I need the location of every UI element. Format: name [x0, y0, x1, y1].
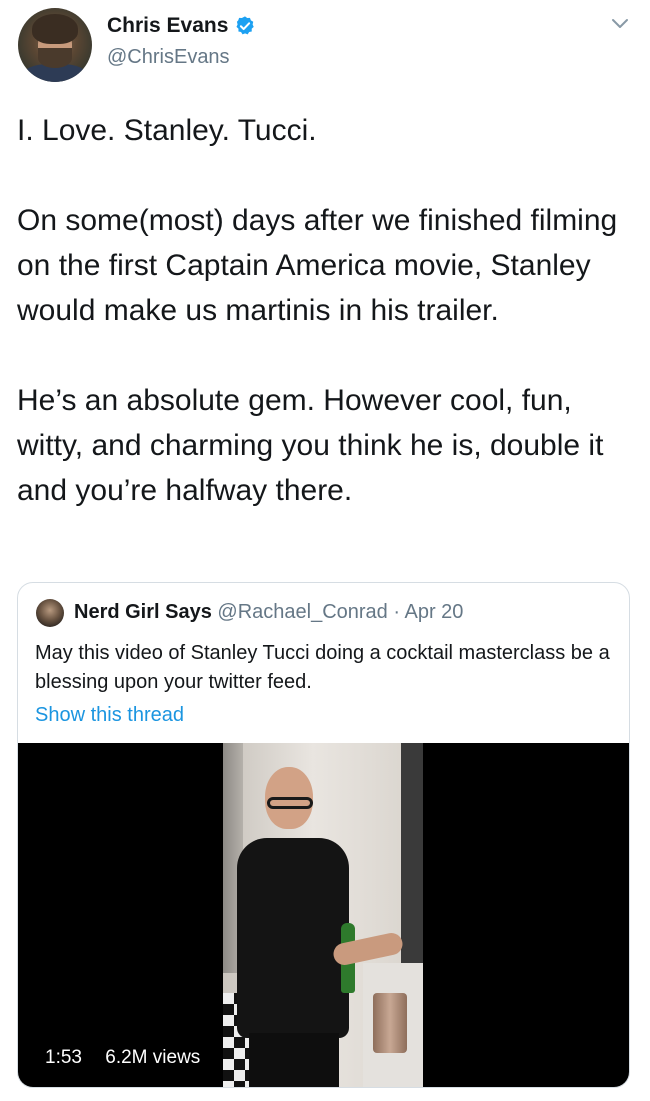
header-separator: ·	[393, 601, 401, 623]
author-avatar[interactable]	[18, 8, 92, 82]
quoted-tweet-date: Apr 20	[404, 601, 464, 623]
quoted-tweet-card[interactable]: Nerd Girl Says @Rachael_Conrad · Apr 20 …	[17, 582, 630, 1088]
author-display-name[interactable]: Chris Evans	[107, 14, 228, 38]
verified-badge-icon	[236, 16, 255, 35]
frame-person-glasses	[267, 797, 313, 809]
quoted-tweet-header: Nerd Girl Says @Rachael_Conrad · Apr 20	[74, 601, 463, 624]
avatar-hair	[32, 14, 78, 44]
quoted-author-name: Nerd Girl Says	[74, 601, 212, 623]
tweet-text: I. Love. Stanley. Tucci. On some(most) d…	[17, 114, 618, 507]
quoted-tweet-text: May this video of Stanley Tucci doing a …	[35, 642, 610, 693]
video-meta: 1:53 6.2M views	[45, 1047, 218, 1069]
video-views: 6.2M views	[105, 1047, 201, 1068]
quoted-author-avatar	[36, 599, 64, 627]
quoted-author-handle: @Rachael_Conrad	[217, 601, 388, 623]
frame-person-pants	[249, 1033, 339, 1087]
author-name-row: Chris Evans	[107, 14, 256, 38]
show-thread-link[interactable]: Show this thread	[35, 704, 184, 727]
frame-person-torso	[237, 838, 349, 1038]
chevron-down-icon[interactable]	[610, 14, 630, 34]
video-frame	[223, 743, 423, 1087]
video-duration: 1:53	[45, 1047, 82, 1068]
frame-cocktail-shaker	[373, 993, 407, 1053]
avatar-beard	[38, 48, 72, 68]
author-handle[interactable]: @ChrisEvans	[107, 46, 230, 69]
video-player[interactable]: 1:53 6.2M views	[18, 743, 629, 1087]
